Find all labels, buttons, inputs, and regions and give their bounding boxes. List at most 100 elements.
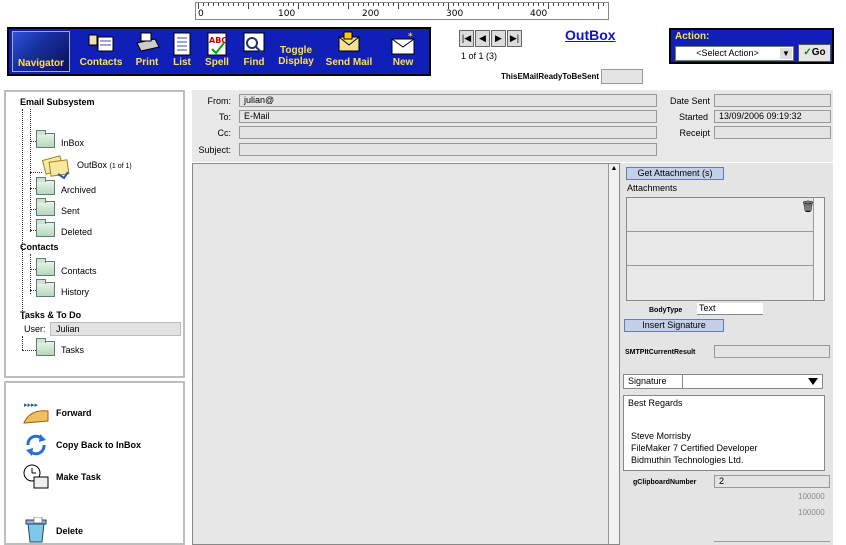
- signature-select[interactable]: Signature: [623, 374, 823, 389]
- receipt-label: Receipt: [679, 128, 710, 138]
- attachment-row[interactable]: [627, 266, 815, 301]
- prev-record-button[interactable]: ◀: [475, 30, 490, 47]
- ruler-tick: [508, 3, 509, 6]
- ruler-tick: [233, 3, 234, 6]
- date-sent-field[interactable]: [714, 94, 831, 107]
- ruler-tick: [543, 3, 544, 6]
- ruler-tick: [548, 3, 549, 9]
- signature-text[interactable]: Best Regards Steve Morrisby FileMaker 7 …: [623, 395, 825, 471]
- tree-item-outbox[interactable]: OutBox (1 of 1): [77, 160, 132, 170]
- field-edge: [714, 541, 830, 545]
- subject-field[interactable]: [239, 143, 657, 156]
- receipt-field[interactable]: [714, 126, 831, 139]
- clipboard-number-field[interactable]: 2: [714, 475, 830, 488]
- svg-text:*: *: [408, 32, 413, 42]
- ruler-tick: [538, 3, 539, 6]
- ruler-tick: [603, 3, 604, 6]
- list-button[interactable]: List: [167, 31, 197, 73]
- last-record-button[interactable]: ▶|: [507, 30, 522, 47]
- list-icon: [173, 32, 191, 56]
- go-button[interactable]: ✓Go: [798, 44, 831, 62]
- ready-to-send-field[interactable]: [601, 69, 643, 84]
- get-attachment-button[interactable]: Get Attachment (s): [626, 167, 724, 180]
- ruler-tick: [498, 3, 499, 9]
- ruler-tick: [463, 3, 464, 6]
- attachments-label: Attachments: [627, 183, 678, 193]
- tree-item-contacts[interactable]: Contacts: [61, 266, 97, 276]
- ruler-tick: [253, 3, 254, 6]
- body-type-field[interactable]: Text: [697, 303, 763, 315]
- new-button[interactable]: * New: [383, 31, 423, 73]
- ruler-tick: [348, 3, 349, 9]
- svg-text:▸▸▸▸: ▸▸▸▸: [24, 401, 39, 409]
- insert-signature-button[interactable]: Insert Signature: [624, 319, 724, 332]
- ruler-tick: [403, 3, 404, 6]
- navigator-button[interactable]: Navigator: [12, 31, 70, 72]
- ruler-tick: [593, 3, 594, 6]
- to-field[interactable]: E-Mail: [239, 110, 657, 123]
- ruler-tick: [478, 3, 479, 6]
- contacts-header: Contacts: [20, 242, 59, 252]
- ruler-tick: [493, 3, 494, 6]
- ruler-tick: [258, 3, 259, 6]
- ruler-tick: [218, 3, 219, 6]
- number-readout: 100000: [798, 492, 825, 501]
- ruler-mark: 200: [362, 9, 380, 19]
- ruler-mark: 300: [446, 9, 464, 19]
- find-button[interactable]: Find: [237, 31, 271, 73]
- tree-item-sent[interactable]: Sent: [61, 206, 80, 216]
- tree-item-tasks[interactable]: Tasks: [61, 345, 84, 355]
- page-title[interactable]: OutBox: [565, 27, 616, 43]
- send-mail-button[interactable]: Send Mail: [321, 31, 377, 73]
- ruler-tick: [573, 3, 574, 6]
- ruler-tick: [373, 3, 374, 6]
- sent-folder-icon: [36, 198, 55, 216]
- ruler-tick: [318, 3, 319, 6]
- ruler-mark: 100: [278, 9, 296, 19]
- smtp-result-field[interactable]: [714, 345, 830, 358]
- tree-item-deleted[interactable]: Deleted: [61, 227, 92, 237]
- contacts-button[interactable]: Contacts: [77, 31, 125, 73]
- ruler-tick: [363, 3, 364, 6]
- ruler-tick: [513, 3, 514, 6]
- ruler-mark: 400: [530, 9, 548, 19]
- inbox-folder-icon: [36, 130, 55, 148]
- clipboard-number-label: gClipboardNumber: [633, 479, 697, 486]
- attachment-row[interactable]: [627, 198, 815, 232]
- action-label: Action:: [675, 31, 710, 42]
- ruler-tick: [408, 3, 409, 6]
- ruler-tick: [558, 3, 559, 6]
- send-mail-icon: [338, 31, 360, 52]
- ruler-tick: [238, 3, 239, 6]
- ruler-tick: [433, 3, 434, 6]
- body-scrollbar[interactable]: ▲: [608, 164, 619, 544]
- check-icon: ✓: [803, 47, 812, 58]
- tree-item-history[interactable]: History: [61, 287, 89, 297]
- ruler-tick: [583, 3, 584, 6]
- tree-line: [30, 109, 31, 232]
- print-button[interactable]: Print: [131, 31, 163, 73]
- tree-item-archived[interactable]: Archived: [61, 185, 96, 195]
- started-field[interactable]: 13/09/2006 09:19:32: [714, 110, 831, 123]
- find-icon: [243, 32, 265, 54]
- from-field[interactable]: julian@: [239, 94, 657, 107]
- tree-item-inbox[interactable]: InBox: [61, 138, 84, 148]
- message-body[interactable]: ▲: [192, 163, 620, 545]
- ruler-tick: [423, 3, 424, 6]
- scroll-up-icon[interactable]: ▲: [609, 164, 619, 174]
- first-record-button[interactable]: |◀: [459, 30, 474, 47]
- attachments-scrollbar[interactable]: [813, 198, 824, 300]
- ruler-tick: [563, 3, 564, 6]
- cc-field[interactable]: [239, 126, 657, 139]
- user-field[interactable]: Julian: [50, 322, 181, 336]
- attachments-list[interactable]: 🗑: [626, 197, 825, 301]
- attachment-row[interactable]: [627, 232, 815, 266]
- forward-icon: ▸▸▸▸: [23, 401, 49, 424]
- spellcheck-icon: ABC: [207, 32, 227, 56]
- ruler-tick: [488, 3, 489, 6]
- spell-button[interactable]: ABC Spell: [201, 31, 233, 73]
- next-record-button[interactable]: ▶: [491, 30, 506, 47]
- ruler-tick: [598, 3, 599, 9]
- toggle-display-button[interactable]: Toggle Display: [275, 31, 317, 73]
- action-select[interactable]: <Select Action> ▼: [675, 46, 794, 61]
